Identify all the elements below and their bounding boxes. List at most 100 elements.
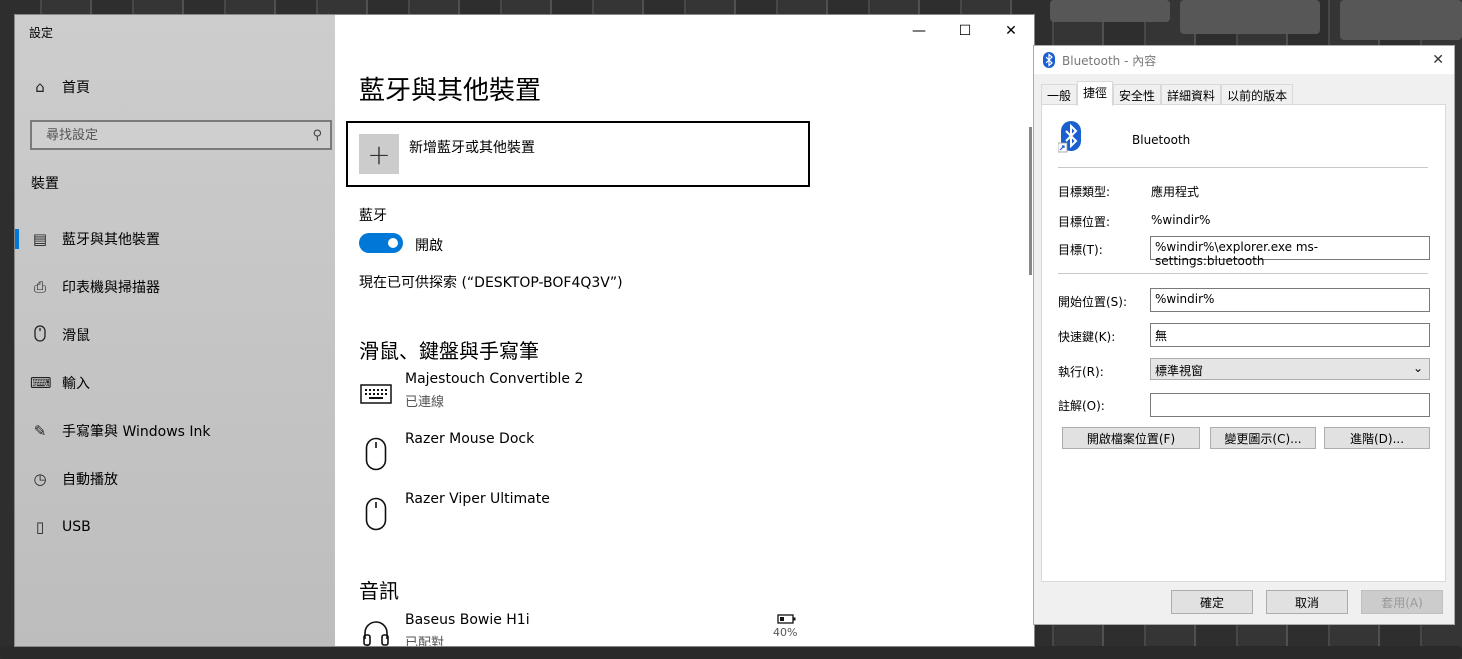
comment-label: 註解(O): xyxy=(1058,399,1105,413)
target-type-value: 應用程式 xyxy=(1151,185,1200,199)
run-select-value: 標準視窗 xyxy=(1155,364,1204,378)
section-input-title: 滑鼠、鍵盤與手寫筆 xyxy=(359,339,539,363)
shortcut-key-field[interactable]: 無 xyxy=(1150,323,1430,347)
separator xyxy=(1058,167,1428,168)
device-name: Majestouch Convertible 2 xyxy=(405,371,584,387)
window-controls: — ☐ ✕ xyxy=(896,15,1034,47)
run-select[interactable]: 標準視窗 ⌄ xyxy=(1150,358,1430,380)
run-label: 執行(R): xyxy=(1058,365,1104,379)
nav-typing[interactable]: ⌨ 輸入 xyxy=(15,363,335,403)
nav-home-label: 首頁 xyxy=(62,80,90,96)
minimize-button[interactable]: — xyxy=(896,15,942,47)
target-label: 目標(T): xyxy=(1058,243,1103,257)
advanced-button[interactable]: 進階(D)... xyxy=(1324,427,1430,449)
bluetooth-icon xyxy=(1043,52,1055,68)
apply-button[interactable]: 套用(A) xyxy=(1361,590,1443,614)
home-icon: ⌂ xyxy=(35,78,45,96)
bluetooth-devices-icon: ▤ xyxy=(32,230,48,248)
maximize-button[interactable]: ☐ xyxy=(942,15,988,47)
separator xyxy=(1058,273,1428,274)
search-icon[interactable]: ⚲ xyxy=(312,128,322,143)
usb-icon: ▯ xyxy=(35,518,45,536)
printer-icon: ⎙ xyxy=(33,278,46,296)
target-location-value: %windir% xyxy=(1151,213,1211,227)
scrollbar[interactable] xyxy=(1029,127,1032,275)
nav-pen[interactable]: ✎ 手寫筆與 Windows Ink xyxy=(15,411,335,451)
shortcut-name: Bluetooth xyxy=(1132,133,1191,147)
dialog-titlebar: Bluetooth - 內容 ✕ xyxy=(1034,46,1454,74)
properties-dialog: Bluetooth - 內容 ✕ 一般 捷徑 安全性 詳細資料 以前的版本 Bl… xyxy=(1034,46,1454,624)
nav-printers[interactable]: ⎙ 印表機與掃描器 xyxy=(15,267,335,307)
headset-icon xyxy=(359,618,393,646)
nav-label: 藍牙與其他裝置 xyxy=(62,232,160,248)
discoverable-text: 現在已可供探索 (“DESKTOP-BOF4Q3V”) xyxy=(359,275,623,291)
nav-label: 手寫筆與 Windows Ink xyxy=(62,424,211,440)
nav-label: 自動播放 xyxy=(62,472,118,488)
bluetooth-icon xyxy=(1058,121,1081,153)
cancel-button[interactable]: 取消 xyxy=(1266,590,1348,614)
device-name: Razer Mouse Dock xyxy=(405,431,535,447)
add-device-label: 新增藍牙或其他裝置 xyxy=(409,140,535,156)
page-title: 藍牙與其他裝置 xyxy=(359,76,542,106)
open-file-location-button[interactable]: 開啟檔案位置(F) xyxy=(1062,427,1200,449)
close-button[interactable]: ✕ xyxy=(988,15,1034,47)
target-type-label: 目標類型: xyxy=(1058,185,1111,199)
nav-mouse[interactable]: 滑鼠 xyxy=(15,315,335,355)
tab-previous-versions[interactable]: 以前的版本 xyxy=(1221,84,1294,105)
dialog-title: Bluetooth - 內容 xyxy=(1062,53,1157,68)
autoplay-icon: ◷ xyxy=(33,470,47,488)
tab-shortcut[interactable]: 捷徑 xyxy=(1077,81,1114,106)
device-name: Razer Viper Ultimate xyxy=(405,491,550,507)
tab-security[interactable]: 安全性 xyxy=(1113,84,1162,105)
start-in-field[interactable]: %windir% xyxy=(1150,288,1430,312)
device-item[interactable]: Baseus Bowie H1i 已配對 40% xyxy=(359,612,999,646)
device-item[interactable]: Razer Viper Ultimate xyxy=(359,491,999,541)
device-item[interactable]: Majestouch Convertible 2 已連線 xyxy=(359,371,999,421)
device-name: Baseus Bowie H1i xyxy=(405,612,530,628)
nav-label: 滑鼠 xyxy=(62,328,90,344)
bluetooth-toggle-state: 開啟 xyxy=(415,238,443,254)
target-location-label: 目標位置: xyxy=(1058,215,1111,229)
shortcut-key-label: 快速鍵(K): xyxy=(1058,330,1116,344)
mouse-icon xyxy=(359,437,393,471)
device-status: 已配對 xyxy=(405,636,445,646)
ok-button[interactable]: 確定 xyxy=(1171,590,1253,614)
settings-content: — ☐ ✕ 藍牙與其他裝置 + 新增藍牙或其他裝置 藍牙 開啟 現在已可供探索 … xyxy=(335,15,1034,646)
device-item[interactable]: Razer Mouse Dock xyxy=(359,431,999,481)
settings-window: 設定 ⌂ 首頁 ⚲ 裝置 ▤ 藍牙與其他裝置 ⎙ 印表機與掃描器 滑鼠 ⌨ 輸入 xyxy=(15,15,1034,646)
nav-usb[interactable]: ▯ USB xyxy=(15,507,335,547)
search-box[interactable]: ⚲ xyxy=(30,120,332,150)
shortcut-panel: Bluetooth 目標類型: 應用程式 目標位置: %windir% 目標(T… xyxy=(1041,104,1446,582)
comment-field[interactable] xyxy=(1150,393,1430,417)
mouse-icon xyxy=(359,497,393,531)
settings-sidebar: 設定 ⌂ 首頁 ⚲ 裝置 ▤ 藍牙與其他裝置 ⎙ 印表機與掃描器 滑鼠 ⌨ 輸入 xyxy=(15,15,335,646)
bluetooth-toggle[interactable] xyxy=(359,233,403,253)
tab-general[interactable]: 一般 xyxy=(1041,84,1078,105)
pen-icon: ✎ xyxy=(33,422,47,440)
dialog-tabs: 一般 捷徑 安全性 詳細資料 以前的版本 xyxy=(1041,81,1294,106)
change-icon-button[interactable]: 變更圖示(C)... xyxy=(1210,427,1316,449)
battery-level: 40% xyxy=(773,626,798,639)
mouse-icon xyxy=(30,324,50,346)
nav-bluetooth[interactable]: ▤ 藍牙與其他裝置 xyxy=(15,219,335,259)
keyboard-icon xyxy=(359,377,393,411)
app-title: 設定 xyxy=(29,26,54,40)
group-title: 裝置 xyxy=(31,176,59,192)
keyboard-icon: ⌨ xyxy=(30,374,52,392)
search-input[interactable] xyxy=(44,126,288,144)
device-status: 已連線 xyxy=(405,395,445,410)
nav-label: 印表機與掃描器 xyxy=(62,280,160,296)
nav-label: USB xyxy=(62,519,91,535)
bluetooth-label: 藍牙 xyxy=(359,208,387,224)
target-field[interactable]: %windir%\explorer.exe ms-settings:blueto… xyxy=(1150,236,1430,268)
chevron-down-icon: ⌄ xyxy=(1412,361,1423,375)
section-audio-title: 音訊 xyxy=(359,579,399,603)
start-in-label: 開始位置(S): xyxy=(1058,295,1128,309)
nav-autoplay[interactable]: ◷ 自動播放 xyxy=(15,459,335,499)
plus-icon: + xyxy=(359,134,399,174)
dialog-close-button[interactable]: ✕ xyxy=(1432,52,1444,68)
tab-details[interactable]: 詳細資料 xyxy=(1161,84,1222,105)
nav-label: 輸入 xyxy=(62,376,90,392)
add-device-button[interactable]: + 新增藍牙或其他裝置 xyxy=(346,121,810,187)
nav-home[interactable]: ⌂ 首頁 xyxy=(15,67,335,107)
